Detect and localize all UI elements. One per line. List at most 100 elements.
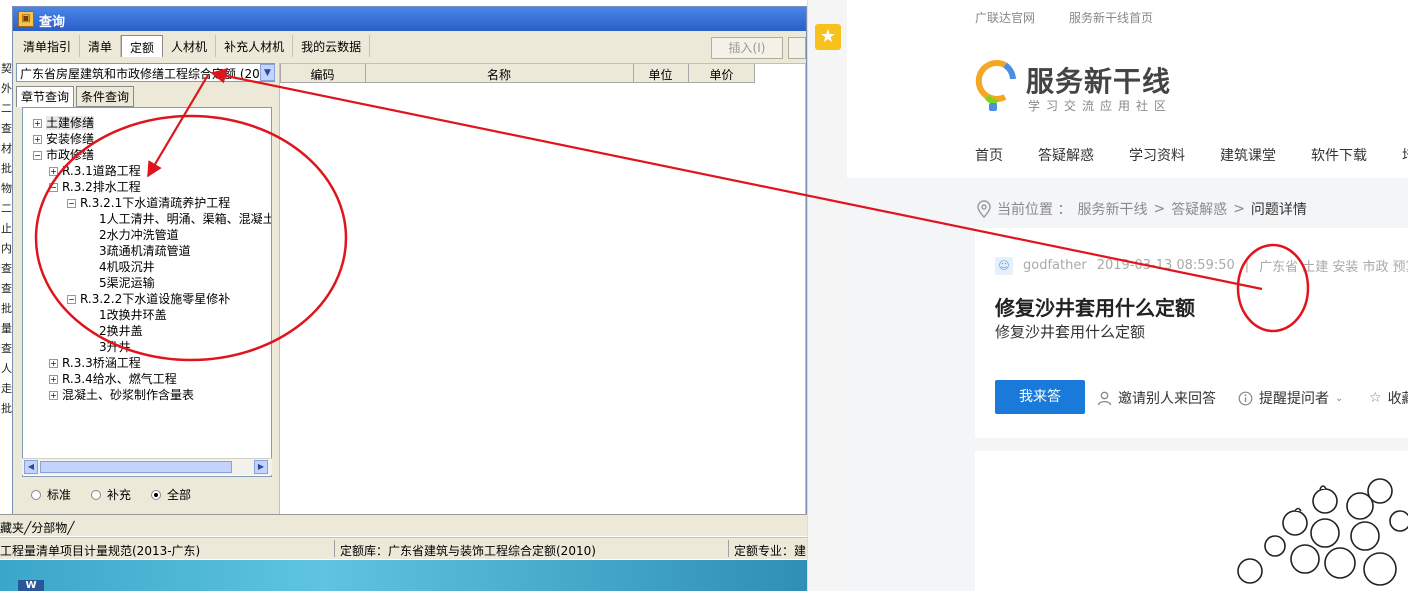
horizontal-scrollbar[interactable]: ◀ ▶ bbox=[22, 458, 272, 475]
collapse-icon[interactable]: − bbox=[33, 151, 42, 160]
radio-dot[interactable] bbox=[151, 489, 162, 500]
radio-label: 补充 bbox=[107, 488, 132, 502]
tab-4[interactable]: 补充人材机 bbox=[216, 35, 294, 57]
username[interactable]: godfather bbox=[1023, 258, 1087, 273]
status-library: 定额库：广东省建筑与装饰工程综合定额(2010) bbox=[340, 544, 596, 558]
expand-icon[interactable]: + bbox=[49, 391, 58, 400]
nav-materials[interactable]: 学习资料 bbox=[1129, 145, 1185, 165]
col-code[interactable]: 编码 bbox=[280, 66, 365, 83]
logo-subtitle: 学习交流应用社区 bbox=[1028, 99, 1173, 113]
collapse-icon[interactable]: − bbox=[67, 295, 76, 304]
nav-qa[interactable]: 答疑解惑 bbox=[1038, 145, 1094, 165]
collapse-icon[interactable]: − bbox=[49, 183, 58, 192]
tree-node-label: R.3.2.1下水道清疏养护工程 bbox=[80, 196, 231, 210]
tab-3[interactable]: 人材机 bbox=[163, 35, 217, 57]
tree-node-label: 市政修缮 bbox=[46, 148, 95, 162]
tab-1[interactable]: 清单 bbox=[80, 35, 122, 57]
window-title-bar[interactable]: ▣ 查询 bbox=[13, 7, 806, 31]
tree-node[interactable]: − R.3.2排水工程 bbox=[49, 178, 141, 195]
crumb-qa[interactable]: 答疑解惑 bbox=[1171, 199, 1227, 219]
quota-library-select[interactable]: 广东省房屋建筑和市政修缮工程综合定额 (20: bbox=[16, 63, 275, 82]
subtab-1[interactable]: 条件查询 bbox=[76, 86, 135, 107]
avatar[interactable]: ☺ bbox=[995, 256, 1013, 275]
status-major: 定额专业：建 bbox=[734, 544, 807, 558]
tree-node[interactable]: + 混凝土、砂浆制作含量表 bbox=[49, 386, 194, 403]
nav-home[interactable]: 首页 bbox=[975, 145, 1003, 165]
tree-node[interactable]: + R.3.3桥涵工程 bbox=[49, 354, 141, 371]
tab-2[interactable]: 定额 bbox=[121, 35, 164, 57]
insert-button[interactable]: 插入(I) bbox=[711, 37, 783, 59]
question-meta: ☺ godfather 2019-03-13 08:59:50 | 广东省 土建… bbox=[995, 256, 1408, 275]
tab-5[interactable]: 我的云数据 bbox=[293, 35, 371, 57]
meta-divider: | bbox=[1244, 258, 1250, 273]
crumb-site[interactable]: 服务新干线 bbox=[1077, 199, 1147, 219]
tree-node[interactable]: 3疏通机清疏管道 bbox=[99, 242, 191, 259]
radio-dot[interactable] bbox=[91, 489, 102, 500]
word-app-icon[interactable]: W bbox=[18, 580, 44, 591]
desktop-char: 契 bbox=[1, 62, 12, 75]
expand-icon[interactable]: + bbox=[33, 119, 42, 128]
tree-node[interactable]: + 安装修缮 bbox=[33, 130, 94, 147]
desktop-char: 走 bbox=[1, 382, 12, 395]
tree-node-label: R.3.2.2下水道设施零星修补 bbox=[80, 292, 231, 306]
nav-download[interactable]: 软件下载 bbox=[1311, 145, 1367, 165]
scroll-right-icon[interactable]: ▶ bbox=[254, 460, 268, 474]
expand-icon[interactable]: + bbox=[49, 167, 58, 176]
subtab-0[interactable]: 章节查询 bbox=[16, 86, 75, 107]
tree-node[interactable]: 5渠泥运输 bbox=[99, 274, 155, 291]
col-unit[interactable]: 单位 bbox=[633, 66, 688, 83]
tree-node[interactable]: − 市政修缮 bbox=[33, 146, 94, 163]
tree-node-label: R.3.3桥涵工程 bbox=[62, 356, 141, 370]
logo-title[interactable]: 服务新干线 bbox=[1026, 60, 1171, 100]
desktop-char: 物 bbox=[1, 182, 12, 195]
tree-node[interactable]: − R.3.2.2下水道设施零星修补 bbox=[67, 290, 230, 307]
question-tags[interactable]: 广东省 土建 安装 市政 预算 bbox=[1259, 256, 1408, 275]
tree-node[interactable]: 2换井盖 bbox=[99, 322, 143, 339]
answer-button[interactable]: 我来答 bbox=[995, 380, 1085, 414]
star-icon[interactable]: ★ bbox=[815, 24, 841, 50]
scroll-left-icon[interactable]: ◀ bbox=[24, 460, 38, 474]
collapse-icon[interactable]: − bbox=[67, 199, 76, 208]
radio-0[interactable]: 标准 bbox=[31, 486, 71, 503]
nav-training[interactable]: 培 bbox=[1402, 145, 1408, 165]
tree-node[interactable]: 4机吸沉井 bbox=[99, 258, 155, 275]
col-name[interactable]: 名称 bbox=[365, 66, 633, 83]
collect-button[interactable]: ☆ 收藏 bbox=[1369, 388, 1408, 408]
tab-0[interactable]: 清单指引 bbox=[15, 35, 81, 57]
link-home[interactable]: 服务新干线首页 bbox=[1069, 9, 1153, 26]
tree-node[interactable]: 1人工清井、明涌、渠箱、混凝土 bbox=[99, 210, 271, 227]
favorites-bar: ★ bbox=[807, 0, 847, 591]
scroll-thumb[interactable] bbox=[40, 461, 232, 473]
more-button[interactable] bbox=[788, 37, 806, 59]
bottom-tab-bar: 藏夹╱分部物╱ bbox=[0, 514, 807, 536]
tree-node[interactable]: 3升井 bbox=[99, 338, 131, 355]
radio-dot[interactable] bbox=[31, 489, 41, 500]
expand-icon[interactable]: + bbox=[49, 359, 58, 368]
expand-icon[interactable]: + bbox=[33, 135, 42, 144]
tree-node[interactable]: 2水力冲洗管道 bbox=[99, 226, 179, 243]
desktop-char: 量 bbox=[1, 322, 12, 335]
radio-1[interactable]: 补充 bbox=[91, 486, 131, 503]
chapter-tree: + 土建修缮 + 安装修缮 − 市政修缮 + R.3.1道路工程 − R.3.2排水工程 − R.3.… bbox=[22, 107, 272, 477]
tree-node-label: R.3.1道路工程 bbox=[62, 164, 141, 178]
tree-node[interactable]: − R.3.2.1下水道清疏养护工程 bbox=[67, 194, 230, 211]
tree-node[interactable]: + R.3.4给水、燃气工程 bbox=[49, 370, 177, 387]
tree-node[interactable]: + R.3.1道路工程 bbox=[49, 162, 141, 179]
chevron-down-icon[interactable]: ▼ bbox=[260, 64, 275, 81]
col-price[interactable]: 单价 bbox=[688, 66, 755, 83]
nav-classroom[interactable]: 建筑课堂 bbox=[1220, 145, 1276, 165]
breadcrumb: 当前位置 ： 服务新干线 > 答疑解惑 > 问题详情 bbox=[977, 199, 1307, 219]
crumb-sep: > bbox=[1153, 201, 1166, 217]
expand-icon[interactable]: + bbox=[49, 375, 58, 384]
link-official-site[interactable]: 广联达官网 bbox=[975, 9, 1035, 26]
window-title: 查询 bbox=[39, 15, 66, 30]
tree-node[interactable]: + 土建修缮 bbox=[33, 114, 95, 131]
remind-button[interactable]: 提醒提问者 ⌄ bbox=[1238, 388, 1343, 408]
radio-2[interactable]: 全部 bbox=[151, 486, 191, 503]
logo-icon[interactable] bbox=[975, 57, 1021, 115]
radio-label: 全部 bbox=[167, 488, 192, 502]
radio-label: 标准 bbox=[47, 488, 72, 502]
tab-division[interactable]: 藏夹╱分部物╱ bbox=[0, 519, 74, 536]
invite-button[interactable]: 邀请别人来回答 bbox=[1097, 388, 1216, 408]
tree-node[interactable]: 1改换井环盖 bbox=[99, 306, 167, 323]
